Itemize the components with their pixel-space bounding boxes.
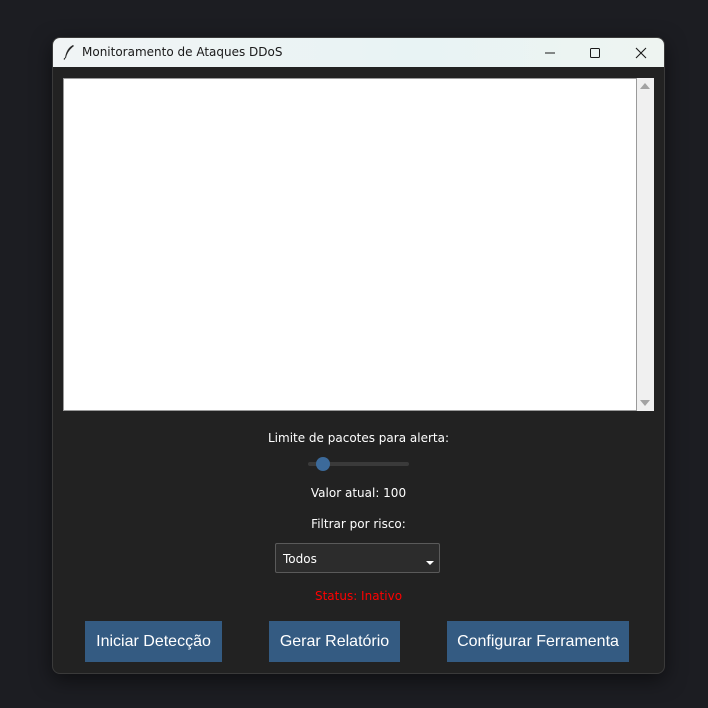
status-label: Status: Inativo bbox=[314, 589, 403, 603]
configure-tool-button[interactable]: Configurar Ferramenta bbox=[447, 621, 629, 662]
minimize-button[interactable] bbox=[527, 38, 573, 67]
close-button[interactable] bbox=[618, 38, 664, 67]
minimize-icon bbox=[544, 47, 556, 59]
app-window: Monitoramento de Ataques DDoS Limite de … bbox=[52, 37, 665, 674]
threshold-label: Limite de pacotes para alerta: bbox=[267, 431, 449, 445]
feather-icon bbox=[62, 44, 76, 60]
maximize-button[interactable] bbox=[572, 38, 618, 67]
slider-handle[interactable] bbox=[316, 457, 331, 471]
generate-report-button[interactable]: Gerar Relatório bbox=[269, 621, 400, 662]
close-icon bbox=[635, 47, 647, 59]
scroll-down-arrow-icon[interactable] bbox=[640, 400, 650, 406]
log-text-area[interactable] bbox=[63, 78, 637, 411]
start-detection-button[interactable]: Iniciar Detecção bbox=[85, 621, 222, 662]
log-scrollbar[interactable] bbox=[637, 78, 654, 411]
risk-filter-select[interactable]: Todos bbox=[275, 543, 440, 573]
title-bar[interactable]: Monitoramento de Ataques DDoS bbox=[53, 38, 664, 67]
threshold-slider[interactable] bbox=[308, 456, 409, 472]
window-title: Monitoramento de Ataques DDoS bbox=[82, 45, 283, 59]
chevron-down-icon bbox=[426, 561, 434, 565]
filter-label: Filtrar por risco: bbox=[311, 517, 406, 531]
risk-filter-value: Todos bbox=[283, 552, 317, 566]
maximize-icon bbox=[589, 47, 601, 59]
current-value-label: Valor atual: 100 bbox=[310, 486, 407, 500]
scroll-up-arrow-icon[interactable] bbox=[640, 83, 650, 89]
